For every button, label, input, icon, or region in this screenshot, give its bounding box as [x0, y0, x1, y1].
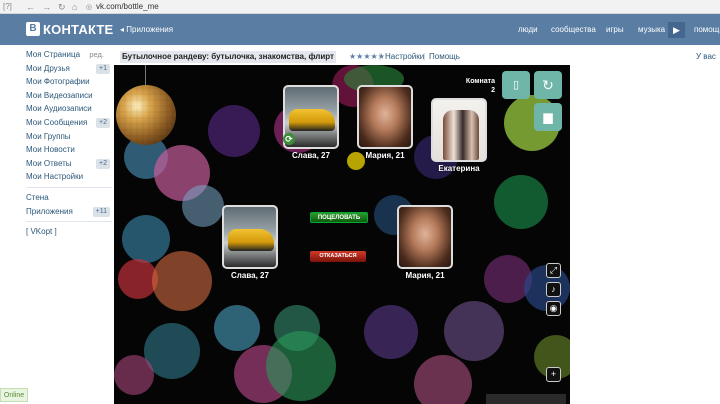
sidebar-item-friends[interactable]: Мои Друзья +1 — [26, 62, 112, 76]
sidebar-item-audio[interactable]: Мои Аудиозаписи — [26, 102, 112, 116]
browser-toolbar: [?] ← → ↻ ⌂ ◎ vk.com/bottle_me — [0, 0, 720, 14]
app-title-bar: Бутылочное рандеву: бутылочка, знакомств… — [120, 51, 720, 63]
app-title: Бутылочное рандеву: бутылочка, знакомств… — [120, 51, 336, 63]
edit-link[interactable]: ред. — [89, 48, 104, 62]
music-play-icon[interactable]: ▶ — [668, 22, 685, 38]
fullscreen-icon[interactable]: ⤢ — [546, 263, 561, 278]
sidebar-item-my-page[interactable]: Моя Страница ред. — [26, 48, 112, 62]
bokeh-light — [208, 105, 260, 157]
counter-badge: +2 — [96, 158, 110, 169]
sound-icon[interactable]: ◉ — [546, 301, 561, 316]
player-name: Екатерина — [438, 164, 480, 173]
player-name: Слава, 27 — [231, 271, 269, 280]
sidebar-item-videos[interactable]: Мои Видеозаписи — [26, 89, 112, 103]
player-avatar[interactable] — [397, 205, 453, 269]
player-avatar[interactable] — [357, 85, 413, 149]
bokeh-light — [122, 215, 170, 263]
header-apps-link[interactable]: ◂ Приложения — [120, 25, 173, 34]
app-help-link[interactable]: Помощь — [429, 51, 460, 63]
game-canvas[interactable]: ⟳ Слава, 27 Мария, 21 Екатерина Слава, 2… — [114, 65, 570, 404]
player-name: Мария, 21 — [365, 151, 405, 160]
sidebar-item-settings[interactable]: Мои Настройки — [26, 170, 112, 184]
nav-music[interactable]: музыка — [638, 25, 665, 34]
counter-badge: +2 — [96, 117, 110, 128]
bottle-icon[interactable]: ▯ — [502, 71, 530, 99]
sidebar-item-wall[interactable]: Стена — [26, 191, 112, 205]
counter-badge: +11 — [92, 206, 110, 217]
nav-people[interactable]: люди — [518, 25, 538, 34]
sidebar-item-groups[interactable]: Мои Группы — [26, 130, 112, 144]
bottom-toolbar[interactable] — [486, 394, 566, 404]
app-settings-link[interactable]: Настройки — [385, 51, 424, 63]
globe-icon: ◎ — [86, 4, 93, 11]
disco-ball-icon — [116, 85, 176, 145]
stats-icon[interactable]: ▆ — [534, 103, 562, 131]
forward-arrow-icon[interactable]: → — [42, 2, 51, 12]
nav-games[interactable]: игры — [606, 25, 624, 34]
sidebar-item-news[interactable]: Мои Новости — [26, 143, 112, 157]
separator: | — [379, 52, 382, 61]
online-status: Online — [0, 388, 28, 402]
bottle-pointer — [347, 152, 365, 170]
bokeh-light — [152, 251, 212, 311]
player-seat[interactable]: Слава, 27 — [222, 205, 278, 280]
home-icon[interactable]: ⌂ — [72, 2, 77, 12]
bokeh-light — [414, 355, 472, 404]
sidebar-item-photos[interactable]: Мои Фотографии — [26, 75, 112, 89]
nav-communities[interactable]: сообщества — [551, 25, 596, 34]
bokeh-light — [214, 305, 260, 351]
bookmark-mark: [?] — [3, 2, 12, 11]
refresh-icon[interactable]: ⟳ — [283, 133, 295, 145]
kiss-button[interactable]: ПОЦЕЛОВАТЬ — [310, 212, 368, 223]
left-sidebar: Моя Страница ред. Мои Друзья +1 Мои Фото… — [26, 48, 112, 239]
bokeh-light — [494, 175, 548, 229]
player-avatar[interactable] — [222, 205, 278, 269]
room-indicator: Комната 2 — [465, 78, 495, 94]
sidebar-item-apps[interactable]: Приложения +11 — [26, 205, 112, 219]
bokeh-light — [444, 301, 504, 361]
vkopt-link[interactable]: [ VKopt ] — [26, 225, 112, 239]
player-seat[interactable]: Мария, 21 — [397, 205, 453, 280]
player-name: Слава, 27 — [292, 151, 330, 160]
plus-icon[interactable]: + — [546, 367, 561, 382]
player-seat[interactable]: Мария, 21 — [357, 85, 413, 160]
separator: | — [423, 52, 426, 61]
player-avatar[interactable] — [431, 98, 487, 162]
music-icon[interactable]: ♪ — [546, 282, 561, 297]
player-name: Мария, 21 — [405, 271, 445, 280]
player-seat[interactable]: Екатерина — [431, 98, 487, 173]
back-arrow-icon[interactable]: ← — [26, 2, 35, 12]
player-seat[interactable]: ⟳ Слава, 27 — [283, 85, 339, 160]
address-bar[interactable]: vk.com/bottle_me — [96, 2, 159, 11]
disco-ball-string — [145, 65, 146, 87]
sidebar-item-answers[interactable]: Мои Ответы +2 — [26, 157, 112, 171]
counter-badge: +1 — [96, 63, 110, 74]
divider — [26, 186, 112, 188]
site-header: В КОНТАКТЕ ◂ Приложения люди сообщества … — [0, 14, 720, 45]
divider — [26, 221, 112, 223]
bokeh-light — [364, 305, 418, 359]
refresh-icon[interactable]: ↻ — [534, 71, 562, 99]
bokeh-light — [114, 355, 154, 395]
bokeh-light — [182, 185, 224, 227]
right-column-link[interactable]: У вас — [696, 51, 716, 63]
nav-help[interactable]: помощ — [694, 25, 719, 34]
refuse-button[interactable]: ОТКАЗАТЬСЯ — [310, 251, 366, 262]
vk-logo[interactable]: В — [26, 22, 40, 36]
sidebar-item-messages[interactable]: Мои Сообщения +2 — [26, 116, 112, 130]
reload-icon[interactable]: ↻ — [58, 2, 66, 13]
vk-logo-text[interactable]: КОНТАКТЕ — [43, 22, 113, 37]
bokeh-light — [266, 331, 336, 401]
